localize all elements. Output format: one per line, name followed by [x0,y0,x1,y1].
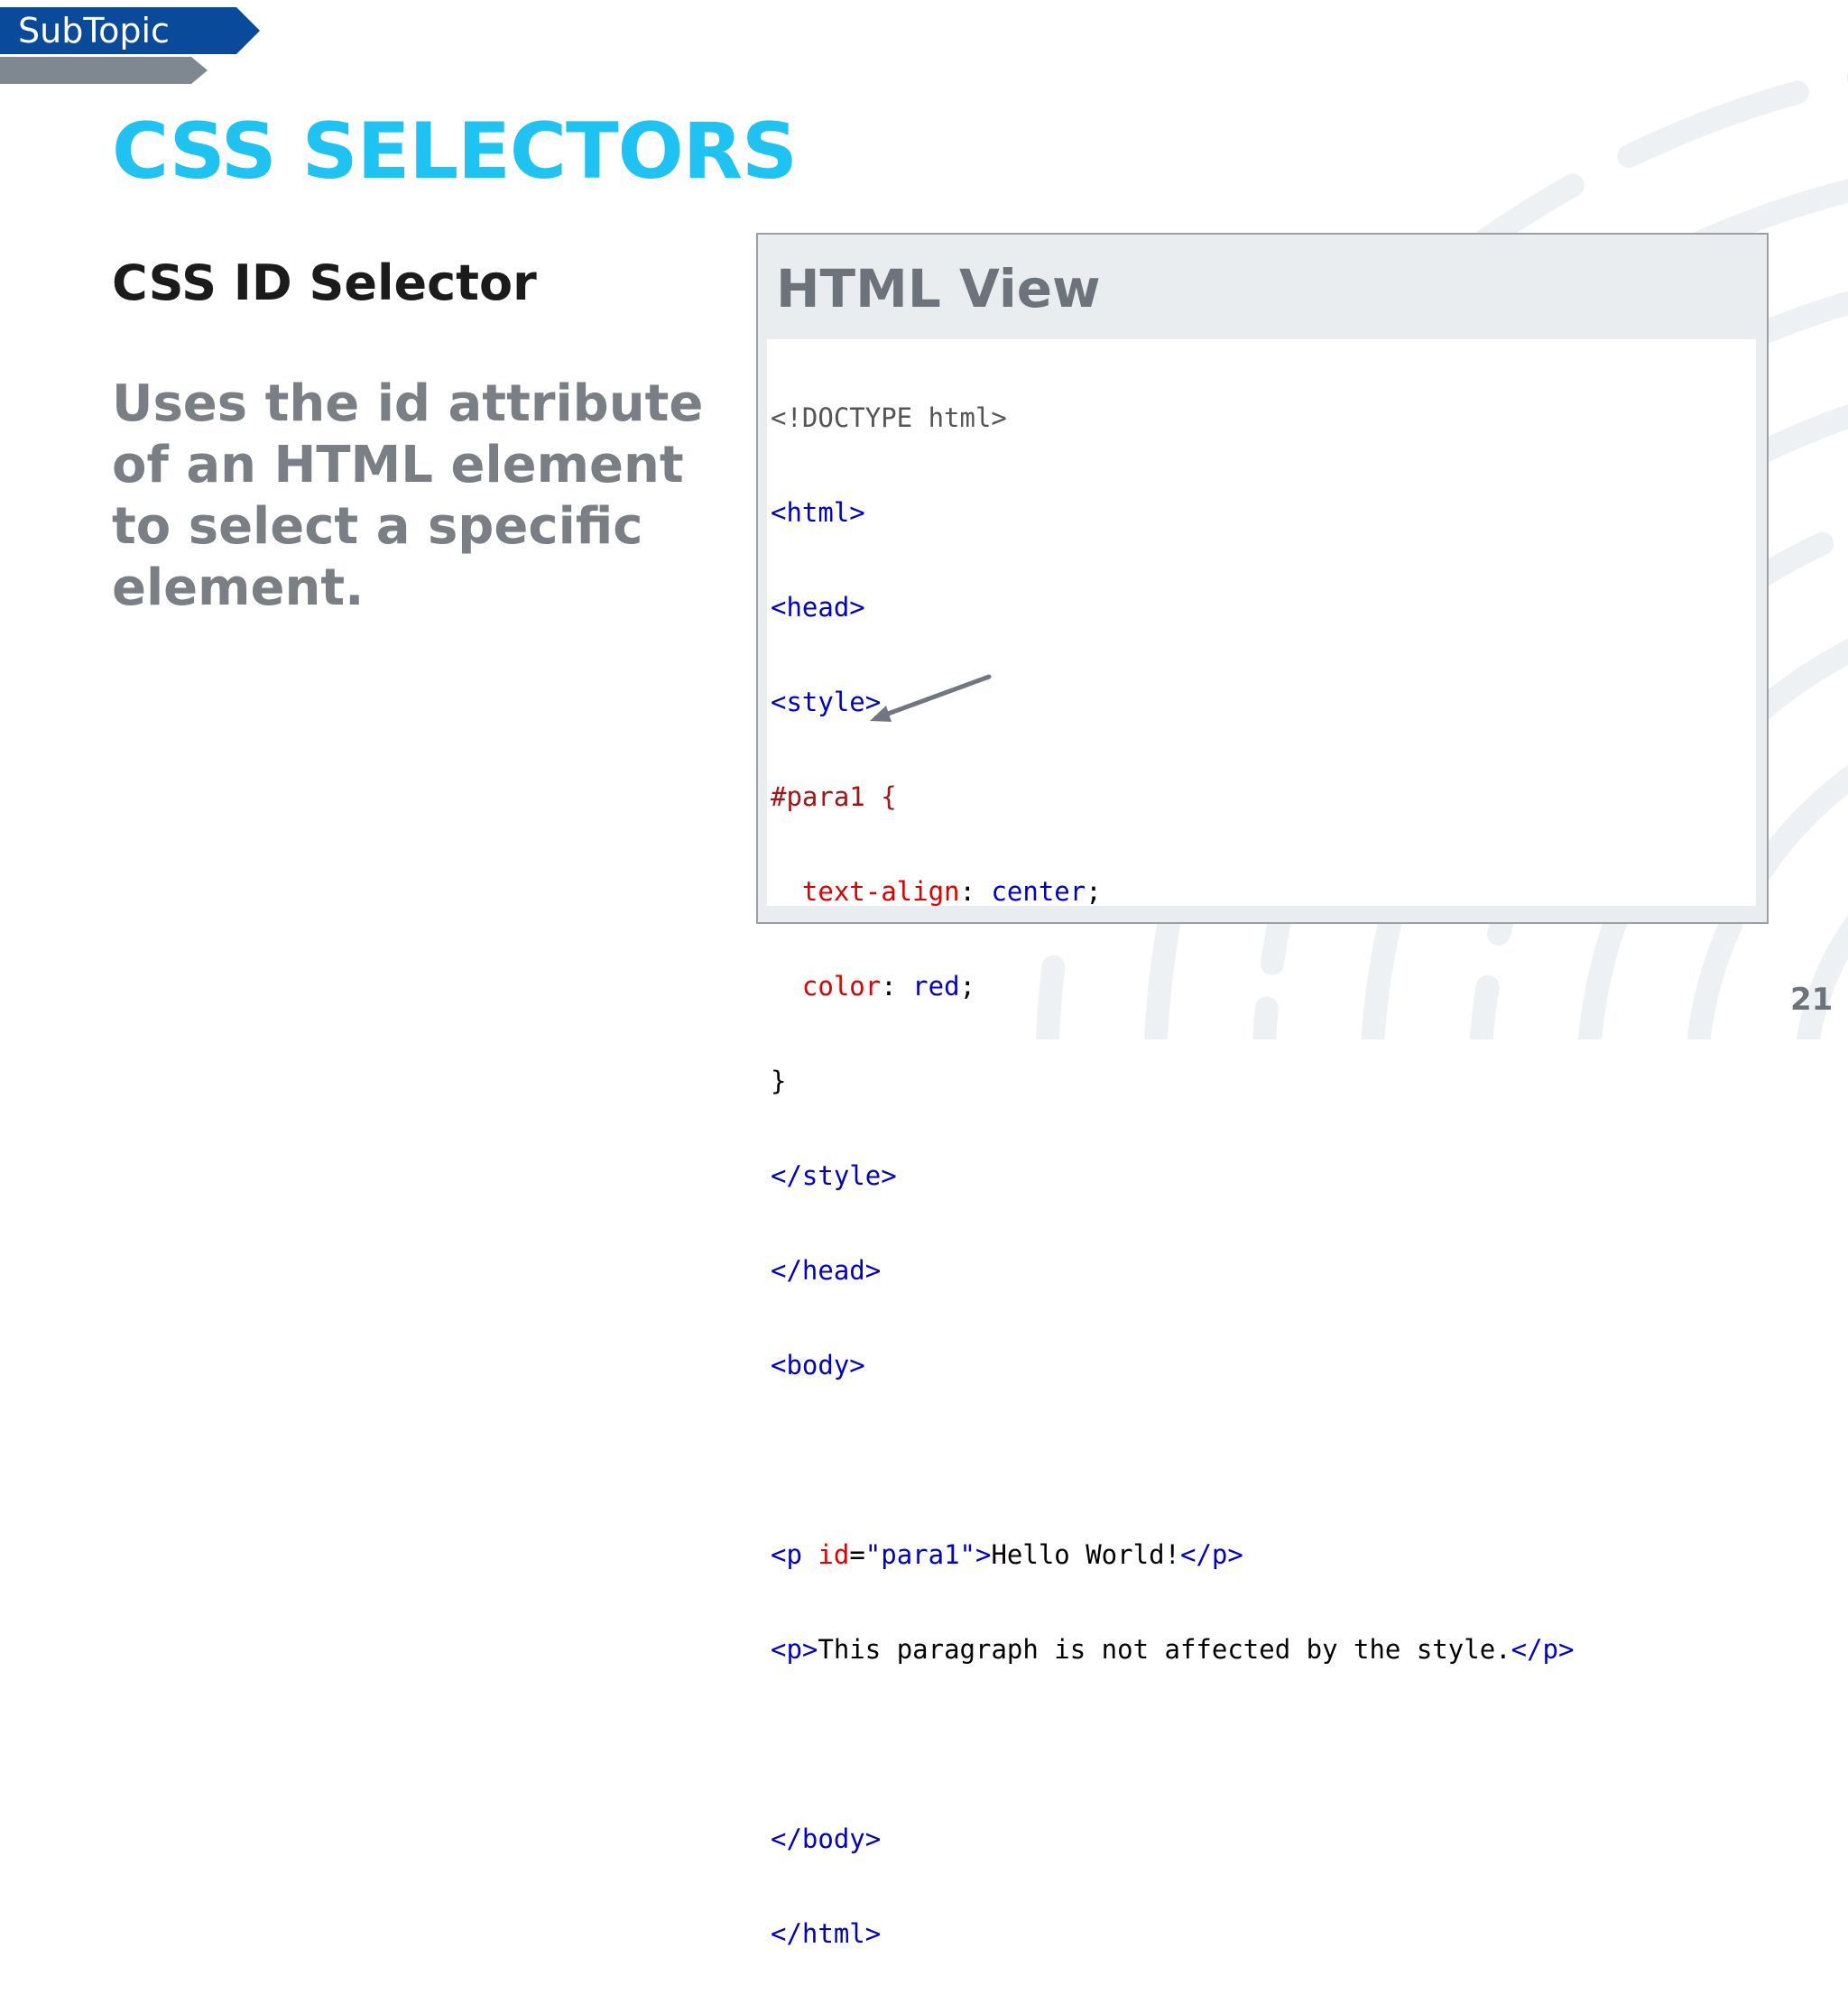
subtopic-tab: SubTopic [0,7,260,54]
code-attr-eq: = [849,1539,865,1570]
description-text: Uses the id attribute of an HTML element… [112,374,704,617]
page-number: 21 [1790,982,1834,1018]
code-line: </style> [771,1160,1756,1192]
code-html-open: <html> [771,497,865,528]
code-p1-text: Hello World! [991,1539,1180,1570]
html-view-panel: HTML View <!DOCTYPE html> <html> <head> … [756,233,1769,1949]
code-line: <!DOCTYPE html> [771,402,1756,434]
code-prop-value: center [991,876,1086,907]
code-line: </head> [771,1255,1756,1287]
code-line: <p>This paragraph is not affected by the… [771,1634,1756,1666]
section-heading: CSS ID Selector [112,254,537,311]
code-line: #para1 { [771,781,1756,813]
code-line: text-align: center; [801,876,1102,907]
code-line: color: red; [801,971,976,1002]
code-listing: <!DOCTYPE html> <html> <head> <style> #p… [771,339,1756,2013]
code-line: <html> [771,497,1756,529]
code-line: <p id="para1">Hello World!</p> [771,1539,1756,1571]
code-body-open: <body> [771,1350,865,1380]
code-line: <head> [771,592,1756,623]
code-prop-value: red [912,971,960,1002]
code-doctype: <!DOCTYPE html> [771,402,1007,433]
slide-title: CSS SELECTORS [112,106,798,197]
code-line: } [771,1066,1756,1097]
subtopic-underbar [0,57,208,84]
code-html-close: </html> [771,1918,882,1949]
code-block: <!DOCTYPE html> <html> <head> <style> #p… [767,339,1756,1949]
code-body-close: </body> [771,1824,882,1854]
code-p2-open: <p> [771,1634,818,1665]
code-p1-open: <p [771,1539,818,1570]
code-head-open: <head> [771,592,865,623]
code-prop-name: text-align [801,876,960,907]
code-p2-close: </p> [1511,1634,1575,1665]
code-p1-open-end: > [975,1539,992,1570]
code-line: </html> [771,1918,1756,1950]
code-p1-close: </p> [1179,1539,1243,1570]
code-prop-name: color [801,971,882,1002]
code-brace-close: } [771,1066,787,1096]
code-style-close: </style> [771,1160,897,1191]
html-view-title: HTML View [776,258,1101,319]
code-line: <body> [771,1350,1756,1381]
code-head-close: </head> [771,1255,882,1286]
code-line: </body> [771,1824,1756,1855]
code-p2-text: This paragraph is not affected by the st… [818,1634,1511,1665]
subtopic-label: SubTopic [18,11,170,51]
code-attr-name: id [818,1539,850,1570]
code-selector: #para1 { [771,781,897,812]
pointer-arrow-icon [870,674,992,722]
code-style-open: <style> [771,687,882,717]
code-attr-value: "para1" [864,1539,975,1570]
